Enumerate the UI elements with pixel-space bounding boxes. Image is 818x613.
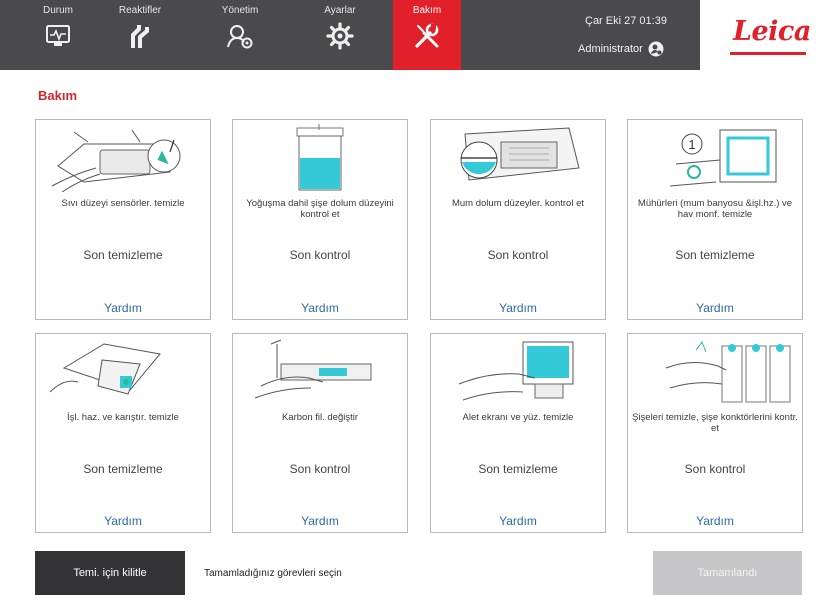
user-name: Administrator — [578, 43, 643, 55]
help-link[interactable]: Yardım — [40, 514, 206, 528]
tab-settings[interactable]: Ayarlar — [306, 0, 374, 70]
tab-administration-label: Yönetim — [221, 5, 259, 16]
card-status: Son temizleme — [478, 462, 558, 476]
card-status: Son temizleme — [675, 248, 755, 262]
bottle-connectors-illustration — [665, 340, 791, 403]
retort-stirrer-illustration — [49, 343, 161, 395]
card-status: Son temizleme — [83, 248, 163, 262]
date-time: Çar Eki 27 01:39 — [585, 15, 667, 27]
svg-text:1: 1 — [688, 137, 695, 152]
navigation-bar: Durum Reaktifler Yönetim Ayarlar Bakım Ç… — [0, 0, 700, 70]
help-link[interactable]: Yardım — [435, 514, 601, 528]
maintenance-card-retort-stirrer[interactable]: İşl. haz. ve karıştır. temizle Son temiz… — [35, 333, 211, 533]
help-link[interactable]: Yardım — [632, 514, 798, 528]
user-admin-icon — [227, 25, 253, 49]
maintenance-card-condensate-bottle[interactable]: Yoğuşma dahil şişe dolum düzeyini kontro… — [232, 119, 408, 320]
tab-status[interactable]: Durum — [24, 0, 92, 70]
maintenance-card-carbon-filter[interactable]: Karbon fil. değiştir Son kontrol Yardım — [232, 333, 408, 533]
tab-status-label: Durum — [42, 5, 73, 16]
card-task-label: Sıvı düzeyi sensörler. temizle — [61, 198, 185, 209]
reagent-bottles-icon — [131, 25, 149, 48]
carbon-filter-illustration — [254, 339, 372, 399]
card-task-label: Yoğuşma dahil şişe dolum düzeyini kontro… — [246, 198, 394, 220]
wrench-screwdriver-icon — [415, 23, 439, 48]
help-link[interactable]: Yardım — [632, 301, 798, 315]
help-link[interactable]: Yardım — [435, 301, 601, 315]
tab-settings-label: Ayarlar — [324, 5, 356, 16]
done-button[interactable]: Tamamlandı — [653, 551, 802, 595]
maintenance-card-wax-fill-level[interactable]: Mum dolum düzeyler. kontrol et Son kontr… — [430, 119, 606, 320]
card-status: Son temizleme — [83, 462, 163, 476]
card-status: Son kontrol — [289, 462, 351, 476]
tab-maintenance-label: Bakım — [412, 5, 442, 16]
card-task-label: Şişeleri temizle, şişe konktörlerini kon… — [632, 412, 798, 434]
logo-underline — [730, 52, 806, 55]
maintenance-card-screen-cleaning[interactable]: Alet ekranı ve yüz. temizle Son temizlem… — [430, 333, 606, 533]
help-link[interactable]: Yardım — [237, 514, 403, 528]
maintenance-card-liquid-sensors[interactable]: Sıvı düzeyi sensörler. temizle Son temiz… — [35, 119, 211, 320]
card-task-label: Mühürleri (mum banyosu &işl.hz.) ve hav … — [637, 198, 793, 220]
monitor-pulse-icon — [46, 25, 70, 46]
page-title: Bakım — [38, 88, 78, 103]
tab-administration[interactable]: Yönetim — [206, 0, 274, 70]
screen-cleaning-illustration — [458, 341, 574, 401]
maintenance-card-seals[interactable]: 1 Mühürleri (mum banyosu &işl.hz.) ve ha… — [627, 119, 803, 320]
user-indicator[interactable]: Administrator — [578, 41, 664, 57]
card-status: Son kontrol — [684, 462, 746, 476]
wax-fill-level-illustration — [460, 127, 580, 181]
lock-for-cleaning-button[interactable]: Temi. için kilitle — [35, 551, 185, 595]
seals-cleaning-illustration: 1 — [669, 129, 777, 187]
card-task-label: Alet ekranı ve yüz. temizle — [462, 412, 574, 423]
card-task-label: Karbon fil. değiştir — [281, 412, 359, 423]
condensate-bottle-illustration — [296, 124, 344, 191]
help-link[interactable]: Yardım — [237, 301, 403, 315]
top-bar: Durum Reaktifler Yönetim Ayarlar Bakım Ç… — [0, 0, 818, 72]
maintenance-card-bottles[interactable]: Şişeleri temizle, şişe konktörlerini kon… — [627, 333, 803, 533]
card-task-label: Mum dolum düzeyler. kontrol et — [451, 198, 584, 209]
gear-icon — [326, 22, 354, 50]
tab-maintenance[interactable]: Bakım — [393, 0, 461, 70]
card-status: Son kontrol — [289, 248, 351, 262]
card-status: Son kontrol — [487, 248, 549, 262]
tab-reagents[interactable]: Reaktifler — [106, 0, 174, 70]
leica-logo: Leica — [733, 16, 811, 47]
user-settings-icon — [648, 41, 664, 57]
tab-reagents-label: Reaktifler — [118, 5, 162, 16]
card-task-label: İşl. haz. ve karıştır. temizle — [67, 412, 179, 423]
help-link[interactable]: Yardım — [40, 301, 206, 315]
liquid-level-sensor-illustration — [51, 129, 181, 192]
instruction-text: Tamamladığınız görevleri seçin — [204, 568, 342, 579]
